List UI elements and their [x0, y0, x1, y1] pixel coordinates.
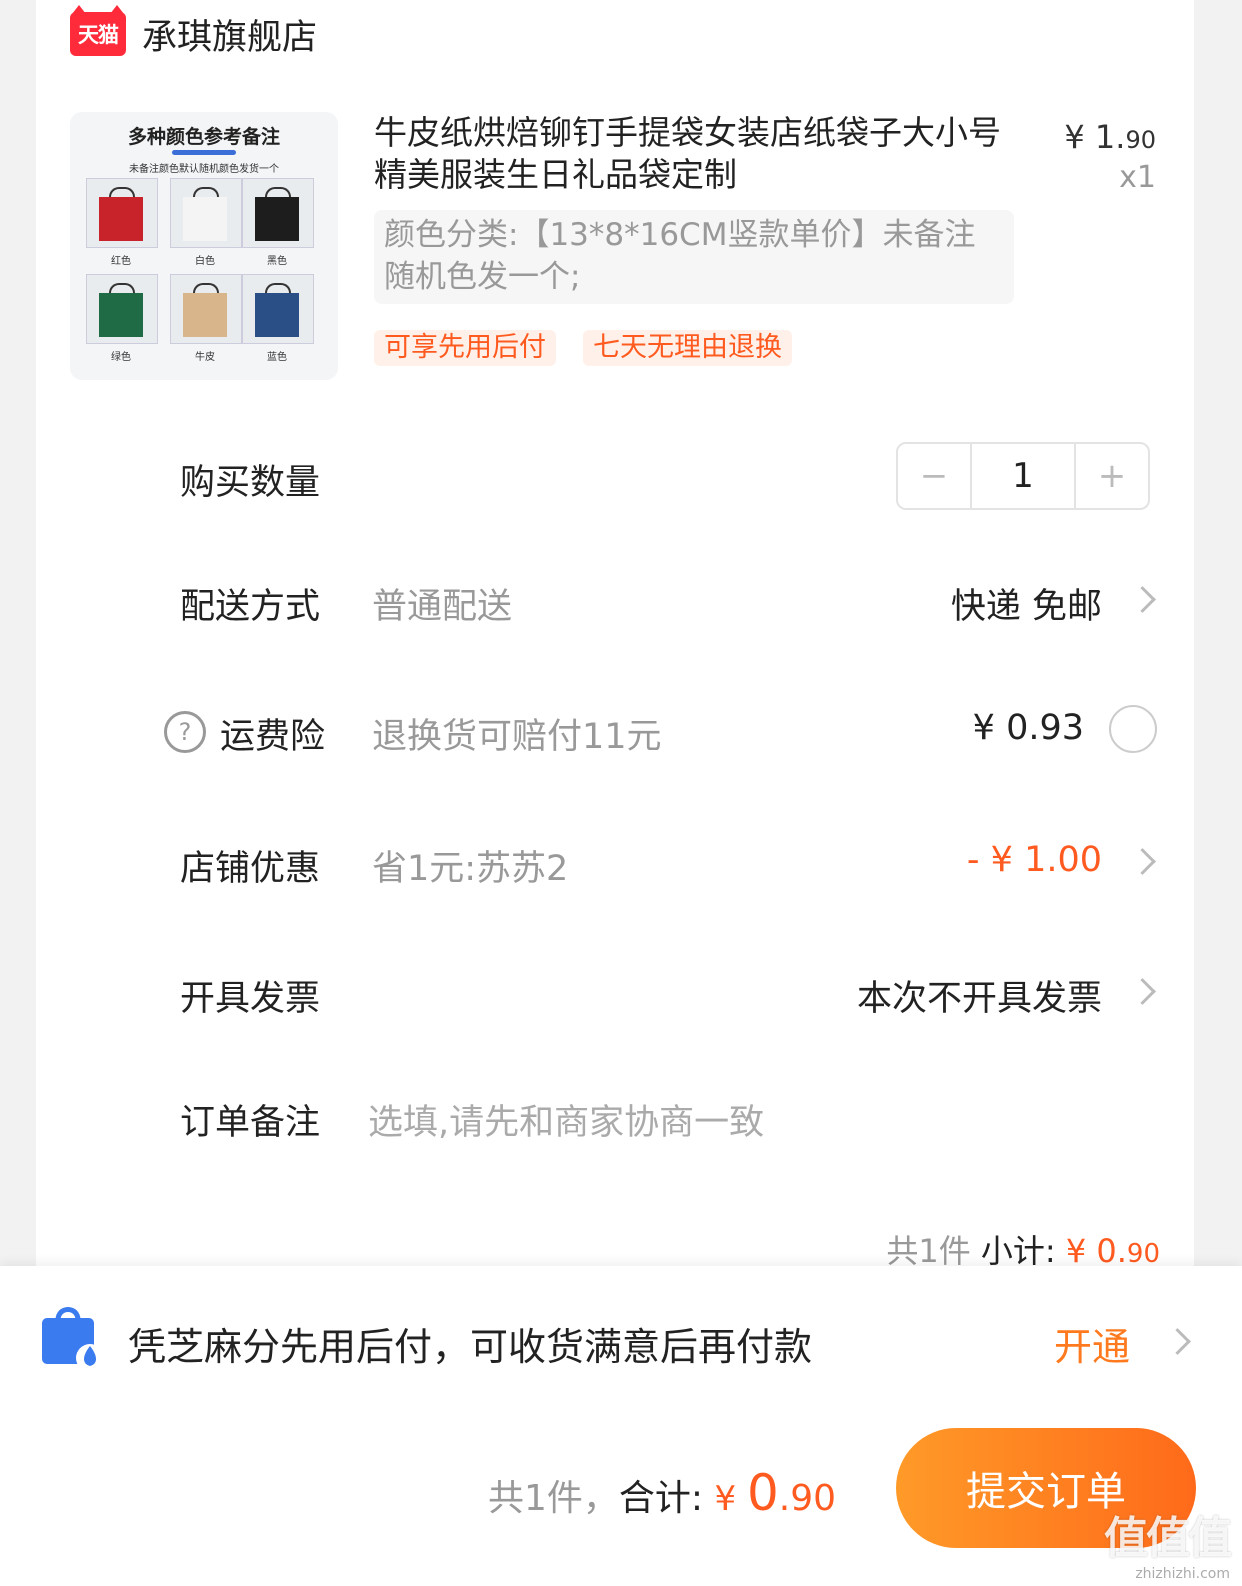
watermark-url: zhizhizhi.com [1135, 1566, 1230, 1582]
delivery-label: 配送方式 [180, 587, 321, 627]
note-label: 订单备注 [180, 1103, 321, 1143]
subtotal-count: 共1件 [886, 1232, 981, 1270]
discount-desc: 省1元:苏苏2 [372, 849, 569, 889]
subtotal-value: ¥ 0.90 [1065, 1232, 1160, 1270]
quantity-label: 购买数量 [180, 463, 321, 503]
invoice-label: 开具发票 [180, 979, 321, 1019]
tag-pay-later: 可享先用后付 [374, 330, 556, 366]
discount-label: 店铺优惠 [180, 849, 321, 889]
store-name[interactable]: 承琪旗舰店 [142, 9, 317, 60]
bnpl-text: 凭芝麻分先用后付，可收货满意后再付款 [128, 1325, 813, 1369]
shopping-bag-icon [42, 1307, 104, 1372]
quantity-value[interactable]: 1 [970, 444, 1076, 508]
total-label: 合计: [618, 1478, 715, 1519]
delivery-method: 普通配送 [372, 587, 513, 627]
chevron-right-icon [1129, 848, 1156, 875]
chevron-right-icon [1129, 978, 1156, 1005]
total-count: 共1件， [488, 1478, 619, 1519]
thumb-bag [242, 178, 314, 248]
thumb-bag-label: 牛皮 [195, 352, 215, 363]
order-total: 共1件，合计: ¥ 0.90 [488, 1464, 837, 1522]
product-thumbnail[interactable]: 多种颜色参考备注 未备注颜色默认随机颜色发货一个 红色 白色 黑色绿色 牛皮 蓝色 [70, 112, 338, 380]
thumb-title: 多种颜色参考备注 [127, 126, 280, 148]
delivery-value: 快递 免邮 [950, 587, 1102, 627]
bottom-bar: 凭芝麻分先用后付，可收货满意后再付款 开通 共1件，合计: ¥ 0.90 提交订… [0, 1266, 1242, 1586]
discount-value: - ¥ 1.00 [966, 840, 1102, 880]
thumb-bag [170, 178, 242, 248]
insurance-desc: 退换货可赔付11元 [372, 717, 662, 757]
invoice-value: 本次不开具发票 [856, 979, 1102, 1019]
product-title[interactable]: 牛皮纸烘焙铆钉手提袋女装店纸袋子大小号精美服装生日礼品袋定制 [374, 112, 1014, 196]
tmall-logo: 天猫 [70, 5, 126, 56]
insurance-price: ¥ 0.93 [972, 708, 1084, 748]
watermark: 值值值 zhizhizhi.com [1104, 1502, 1232, 1582]
watermark-logo: 值值值 [1104, 1513, 1232, 1564]
bnpl-activate-link[interactable]: 开通 [1054, 1316, 1130, 1371]
plus-button[interactable]: + [1076, 444, 1148, 508]
thumb-bag-label: 红色 [111, 256, 131, 267]
sku-selector[interactable]: 颜色分类:【13*8*16CM竖款单价】未备注随机色发一个; [374, 210, 1014, 304]
tag-7day-return: 七天无理由退换 [583, 330, 792, 366]
thumb-bag [170, 274, 242, 344]
thumb-bag-label: 白色 [195, 256, 215, 267]
thumb-subtitle: 未备注颜色默认随机颜色发货一个 [129, 164, 279, 175]
note-input[interactable]: 选填,请先和商家协商一致 [368, 1094, 764, 1145]
thumb-bag-label: 黑色 [267, 256, 287, 267]
minus-button[interactable]: − [898, 444, 970, 508]
chevron-right-icon [1164, 1328, 1191, 1355]
insurance-label: 运费险 [220, 717, 326, 757]
thumb-bag-label: 绿色 [111, 352, 131, 363]
thumb-bag-label: 蓝色 [267, 352, 287, 363]
insurance-radio[interactable] [1109, 705, 1157, 753]
order-card: 天猫 承琪旗舰店 多种颜色参考备注 未备注颜色默认随机颜色发货一个 红色 白色 黑色… [36, 0, 1194, 1290]
help-icon[interactable]: ? [164, 711, 206, 753]
thumb-bag [242, 274, 314, 344]
thumb-accent-bar [172, 150, 236, 155]
product-qty: x1 [1119, 160, 1156, 195]
chevron-right-icon [1129, 586, 1156, 613]
subtotal-label: 小计: [980, 1232, 1066, 1270]
thumb-bag [86, 178, 158, 248]
product-price: ¥ 1.90 [1064, 118, 1156, 156]
quantity-stepper[interactable]: − 1 + [896, 442, 1150, 510]
thumb-bag [86, 274, 158, 344]
store-header[interactable]: 天猫 承琪旗舰店 [70, 5, 317, 60]
